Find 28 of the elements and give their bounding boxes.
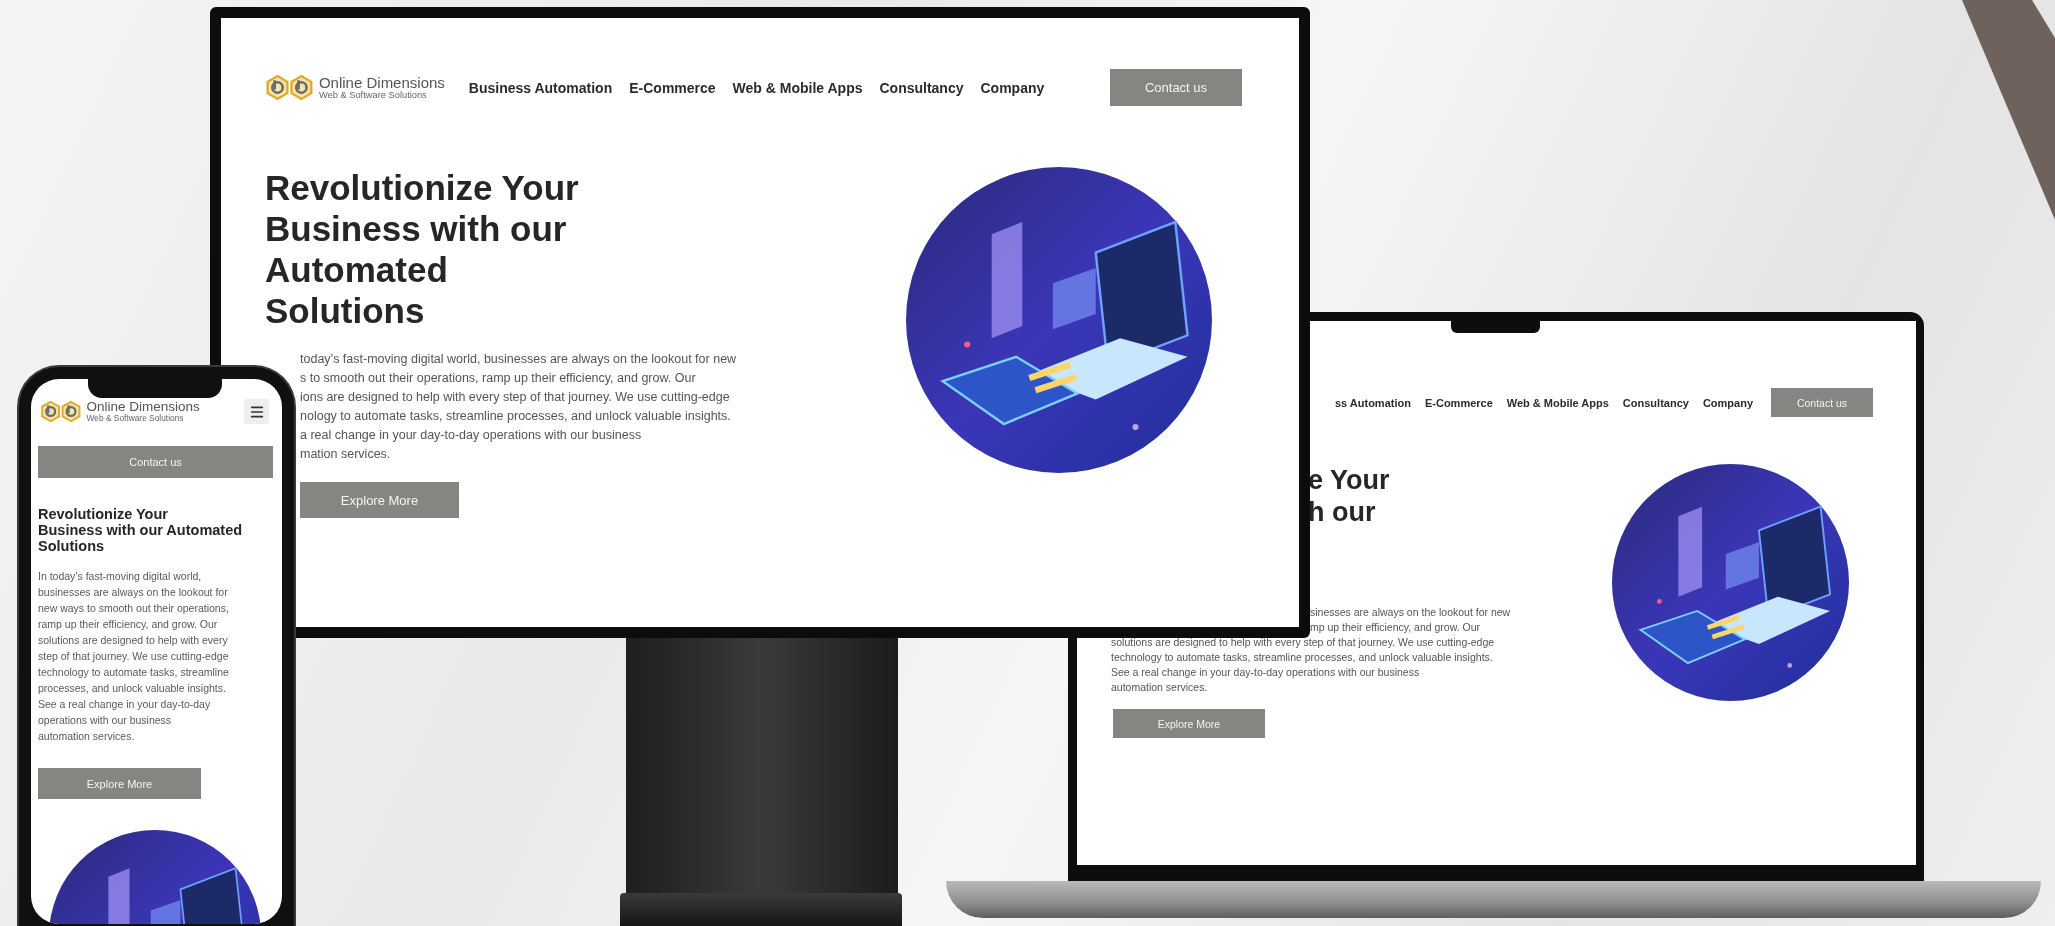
nav-link[interactable]: Company [1702, 396, 1753, 409]
hero-paragraph: solutions are designed to help with every step of that journey. We use cutting-edge technology to automate tasks, streamline processes, and unlock valuable insights. See a real change in your day-to-day operations with our business automation services. [1111, 635, 1496, 695]
nav-link[interactable]: Consultancy [879, 79, 964, 96]
nav-link[interactable]: Web & Mobile Apps [1506, 396, 1609, 409]
nav-link[interactable]: Business Automation [468, 79, 613, 96]
hero-paragraph: In today’s fast-moving digital world, businesses are always on the lookout for new ways to smooth out their operations, ramp up their efficiency, and grow. Our solutions are designed to help with every step of that journey. We use cutting-edge technology to automate tasks, streamline processes, and unlock valuable insights. See a real change in your day-to-day operations with our business automation services. [38, 569, 230, 744]
nav-link[interactable]: E-Commerce [629, 79, 716, 96]
brand-tagline: Web & Software Solutions [318, 90, 428, 101]
hero-paragraph: sinesses are always on the lookout for new mp up their efficiency, and grow. Our [1310, 605, 1511, 635]
logo-icon [40, 400, 83, 423]
hero-headline: Revolutionize Your Business with our Automated Solutions [38, 506, 244, 554]
nav-link[interactable]: Web & Mobile Apps [732, 79, 863, 96]
brand-name: Online Dimensions [318, 74, 445, 91]
menu-button[interactable] [244, 399, 269, 424]
nav-link[interactable]: ss Automation [1334, 396, 1411, 409]
hero-paragraph: today’s fast-moving digital world, businesses are always on the lookout for new s to smooth out their operations, ramp up their efficiency, and grow. Our ions are designed to help with every step of that journey. We use cutting-edge nology to automate tasks, streamline processes, and unlock valuable insights. a real change in your day-to-day operations with our business mation services. [300, 351, 737, 463]
nav-link[interactable]: Consultancy [1622, 396, 1689, 409]
logo-icon [265, 74, 315, 101]
contact-button[interactable]: Contact us [1771, 388, 1873, 417]
nav-link[interactable]: Company [980, 79, 1045, 96]
contact-button[interactable]: Contact us [1110, 69, 1242, 106]
brand-tagline: Web & Software Solutions [86, 414, 185, 423]
hero-headline: Revolutionize Your Business with our Automated Solutions [265, 167, 580, 331]
explore-button[interactable]: Explore More [1113, 709, 1265, 738]
explore-button[interactable]: Explore More [38, 768, 201, 799]
explore-button[interactable]: Explore More [300, 482, 459, 518]
nav-link[interactable]: E-Commerce [1424, 396, 1493, 409]
brand-name: Online Dimensions [86, 400, 200, 414]
